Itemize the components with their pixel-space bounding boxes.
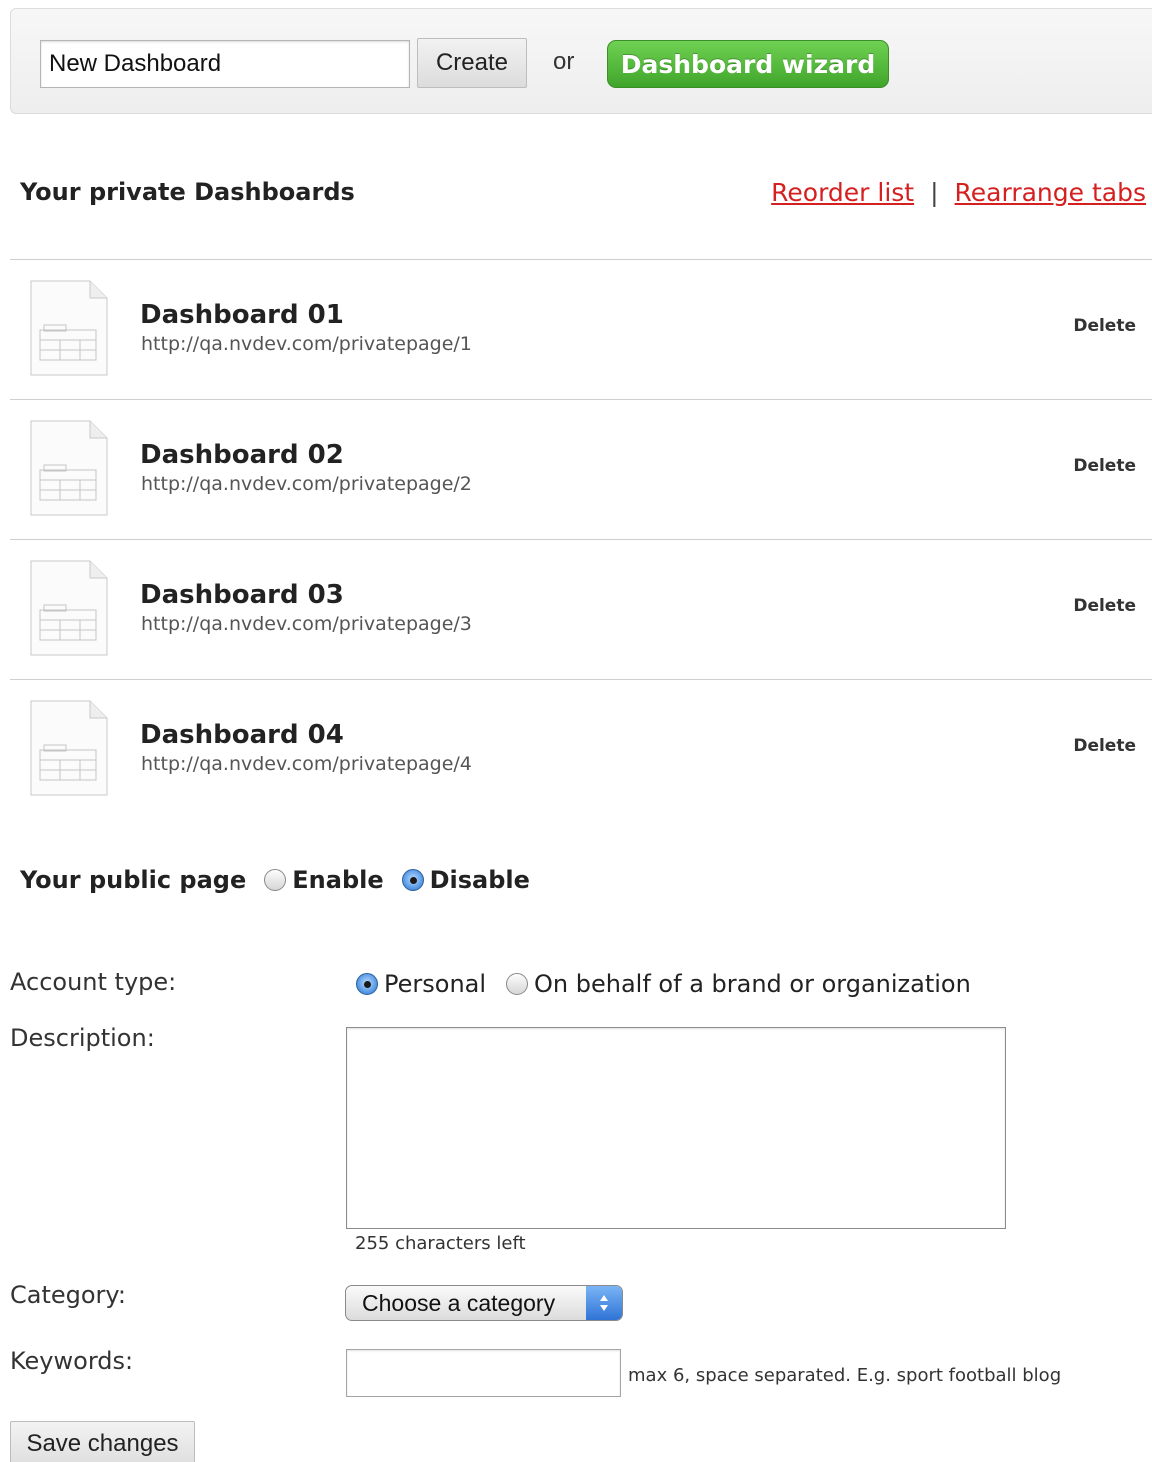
dashboard-url: http://qa.nvdev.com/privatepage/2: [141, 473, 472, 495]
public-page-label: Your public page: [20, 866, 247, 894]
dashboard-thumbnail-icon[interactable]: [30, 700, 108, 796]
dashboard-wizard-button[interactable]: Dashboard wizard: [607, 40, 889, 88]
account-personal-label: Personal: [384, 970, 487, 998]
dashboard-thumbnail-icon[interactable]: [30, 560, 108, 656]
dashboard-settings-page: Create or Dashboard wizard Your private …: [0, 0, 1152, 1462]
dashboard-thumbnail-icon[interactable]: [30, 420, 108, 516]
keywords-input[interactable]: [346, 1349, 621, 1397]
delete-dashboard-button[interactable]: Delete: [1073, 596, 1136, 616]
account-personal-option[interactable]: Personal: [356, 970, 486, 998]
keywords-label: Keywords:: [10, 1347, 134, 1375]
account-personal-radio[interactable]: [356, 973, 378, 995]
select-arrows-icon: [586, 1286, 622, 1320]
dashboard-row: Dashboard 01 http://qa.nvdev.com/private…: [10, 259, 1152, 399]
rearrange-tabs-link[interactable]: Rearrange tabs: [955, 178, 1146, 207]
delete-dashboard-button[interactable]: Delete: [1073, 456, 1136, 476]
dashboard-name[interactable]: Dashboard 01: [140, 300, 344, 330]
category-select[interactable]: Choose a category: [345, 1285, 623, 1321]
dashboard-url: http://qa.nvdev.com/privatepage/1: [141, 333, 472, 355]
public-disable-radio[interactable]: [401, 869, 424, 891]
link-separator: |: [930, 178, 939, 207]
dashboard-row: Dashboard 03 http://qa.nvdev.com/private…: [10, 539, 1152, 679]
dashboard-row: Dashboard 02 http://qa.nvdev.com/private…: [10, 399, 1152, 539]
dashboard-url: http://qa.nvdev.com/privatepage/4: [141, 753, 472, 775]
chars-left-counter: 255 characters left: [355, 1233, 526, 1254]
delete-dashboard-button[interactable]: Delete: [1073, 316, 1136, 336]
dashboard-name[interactable]: Dashboard 04: [140, 720, 344, 750]
dashboard-list: Dashboard 01 http://qa.nvdev.com/private…: [10, 259, 1152, 819]
dashboard-url: http://qa.nvdev.com/privatepage/3: [141, 613, 472, 635]
new-dashboard-input[interactable]: [40, 40, 410, 88]
public-disable-option[interactable]: Disable: [401, 866, 530, 894]
delete-dashboard-button[interactable]: Delete: [1073, 736, 1136, 756]
account-type-options: Personal On behalf of a brand or organiz…: [356, 970, 991, 998]
account-brand-label: On behalf of a brand or organization: [534, 970, 971, 998]
public-page-row: Your public page Enable Disable: [20, 866, 548, 894]
dashboard-row: Dashboard 04 http://qa.nvdev.com/private…: [10, 679, 1152, 819]
public-enable-option[interactable]: Enable: [264, 866, 384, 894]
keywords-hint: max 6, space separated. E.g. sport footb…: [628, 1365, 1062, 1386]
dashboard-name[interactable]: Dashboard 02: [140, 440, 344, 470]
list-actions: Reorder list | Rearrange tabs: [771, 178, 1146, 207]
public-enable-label: Enable: [292, 866, 384, 894]
account-brand-radio[interactable]: [506, 973, 529, 995]
description-textarea[interactable]: [346, 1027, 1006, 1229]
account-type-label: Account type:: [10, 968, 177, 996]
description-label: Description:: [10, 1024, 155, 1052]
create-button[interactable]: Create: [417, 38, 527, 88]
dashboard-thumbnail-icon[interactable]: [30, 280, 108, 376]
category-selected-value: Choose a category: [362, 1289, 556, 1316]
public-enable-radio[interactable]: [264, 869, 287, 891]
category-label: Category:: [10, 1281, 126, 1309]
or-text: or: [553, 48, 575, 75]
save-changes-button[interactable]: Save changes: [10, 1421, 195, 1462]
reorder-list-link[interactable]: Reorder list: [771, 178, 914, 207]
public-disable-label: Disable: [429, 866, 530, 894]
private-dashboards-title: Your private Dashboards: [20, 178, 355, 206]
account-brand-option[interactable]: On behalf of a brand or organization: [506, 970, 971, 998]
dashboard-name[interactable]: Dashboard 03: [140, 580, 344, 610]
